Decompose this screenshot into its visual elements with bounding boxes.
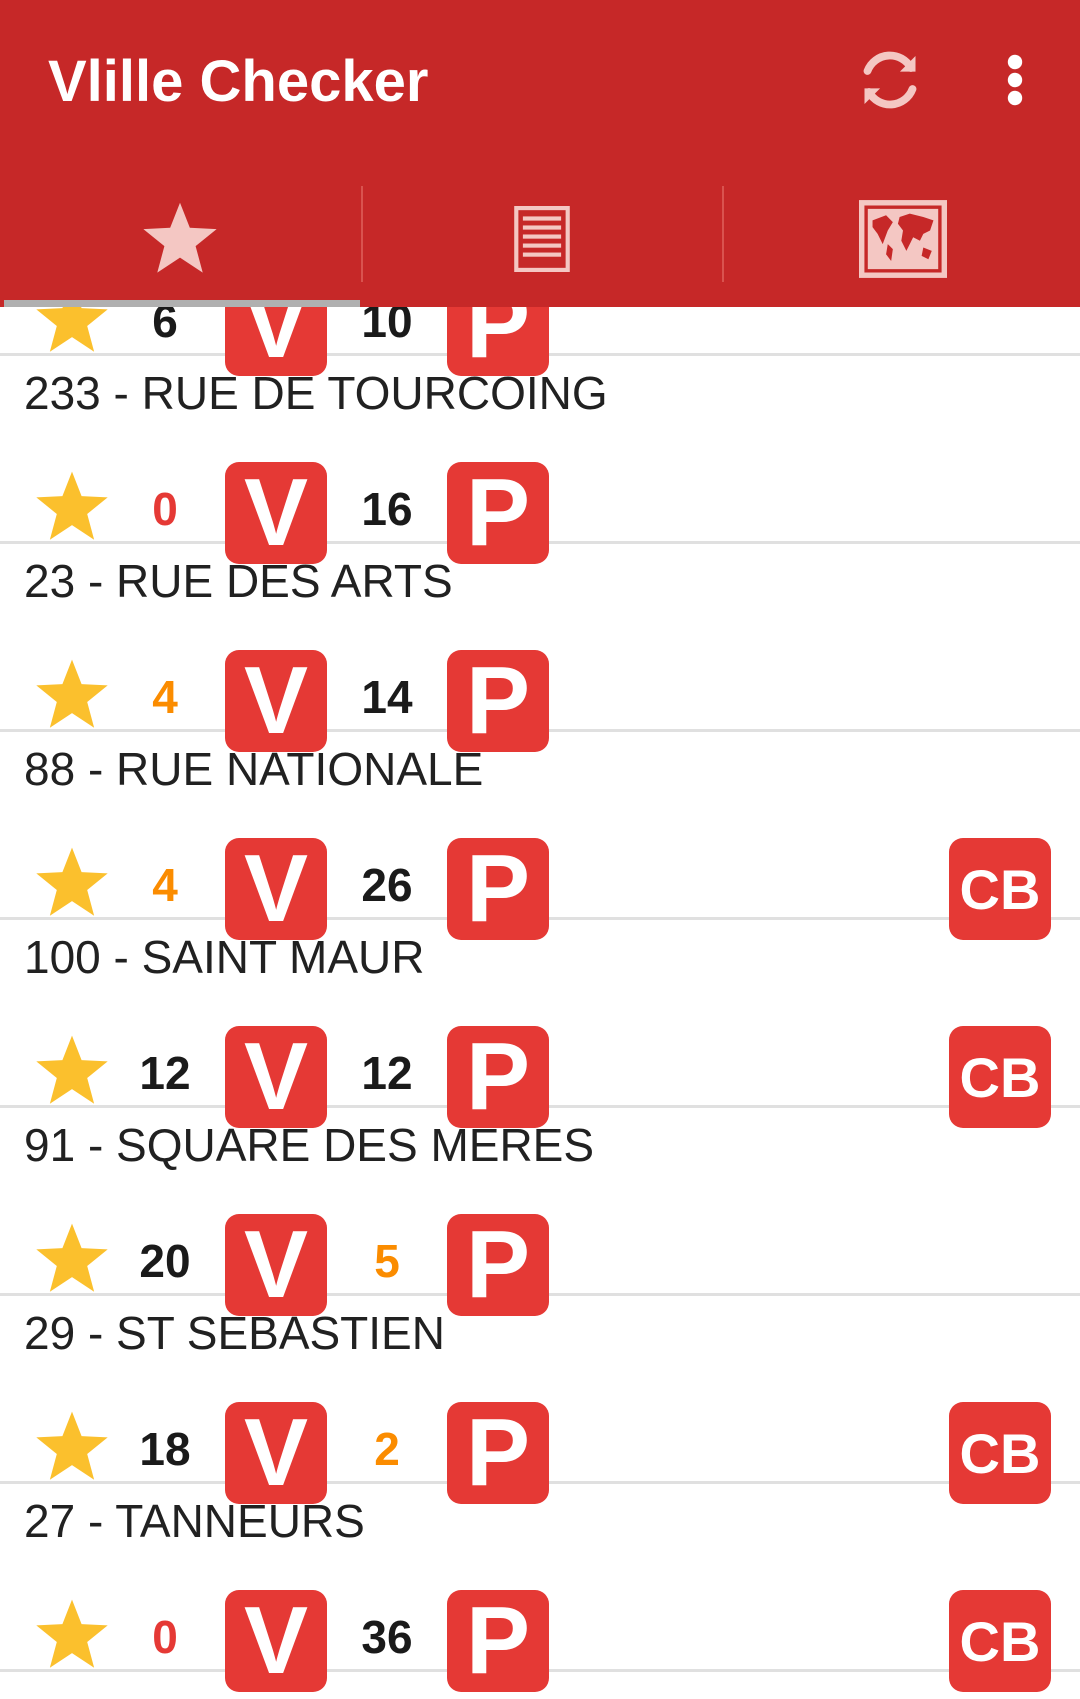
bikes-badge: V (225, 1587, 327, 1694)
places-count: 5 (374, 1235, 400, 1287)
station-list[interactable]: 6 V 10 P 233 - RUE DE TOURCOING 0 V 16 P… (0, 307, 1080, 1699)
station-row[interactable]: 88 - RUE NATIONALE 4 V 26 P CB (0, 732, 1080, 942)
places-count: 26 (361, 859, 413, 911)
bikes-count: 6 (152, 307, 178, 347)
more-options-button[interactable] (985, 44, 1045, 116)
station-row[interactable]: 23 - RUE DES ARTS 4 V 14 P (0, 544, 1080, 754)
favorite-star-icon[interactable] (32, 657, 112, 733)
places-count: 14 (361, 671, 413, 723)
tab-bar (0, 170, 1080, 307)
station-name: 233 - RUE DE TOURCOING (24, 367, 608, 419)
favorite-star-icon[interactable] (32, 469, 112, 545)
app-title: Vlille Checker (48, 49, 429, 114)
station-row[interactable]: 100 - SAINT MAUR 12 V 12 P CB (0, 920, 1080, 1130)
favorite-star-icon[interactable] (32, 1597, 112, 1673)
bikes-count: 12 (139, 1047, 191, 1099)
station-name: 29 - ST SEBASTIEN (24, 1307, 445, 1359)
places-count: 10 (361, 307, 413, 347)
station-name: 23 - RUE DES ARTS (24, 555, 453, 607)
refresh-icon (863, 51, 917, 109)
bikes-count: 0 (152, 483, 178, 535)
station-row[interactable]: 6 V 10 P (0, 307, 1080, 378)
map-icon (859, 199, 947, 278)
app-bar: Vlille Checker (0, 0, 1080, 307)
station-name: 91 - SQUARE DES MERES (24, 1119, 595, 1171)
favorite-star-icon[interactable] (32, 307, 112, 357)
places-count: 2 (374, 1423, 400, 1475)
bikes-count: 18 (139, 1423, 191, 1475)
bikes-count: 0 (152, 1611, 178, 1663)
station-name: 100 - SAINT MAUR (24, 931, 425, 983)
station-name: 27 - TANNEURS (24, 1495, 365, 1547)
tab-favorites[interactable] (0, 170, 360, 307)
station-name: 88 - RUE NATIONALE (24, 743, 484, 795)
tab-map[interactable] (723, 170, 1080, 307)
places-count: 12 (361, 1047, 413, 1099)
tab-list[interactable] (362, 170, 722, 307)
places-count: 36 (361, 1611, 413, 1663)
places-count: 16 (361, 483, 413, 535)
favorite-star-icon[interactable] (32, 1033, 112, 1109)
favorite-star-icon[interactable] (32, 845, 112, 921)
station-row[interactable]: 27 - TANNEURS 0 V 36 P CB (0, 1484, 1080, 1694)
star-icon (143, 202, 217, 273)
list-icon (514, 205, 570, 272)
bikes-count: 4 (152, 859, 178, 911)
bikes-count: 4 (152, 671, 178, 723)
favorite-star-icon[interactable] (32, 1221, 112, 1297)
places-badge: P (447, 1587, 549, 1694)
station-row[interactable]: 91 - SQUARE DES MERES 20 V 5 P (0, 1108, 1080, 1318)
favorite-star-icon[interactable] (32, 1409, 112, 1485)
station-row[interactable]: 233 - RUE DE TOURCOING 0 V 16 P (0, 356, 1080, 566)
refresh-button[interactable] (848, 38, 932, 122)
card-payment-badge: CB (949, 1590, 1051, 1692)
tab-selected-indicator (4, 300, 360, 307)
bikes-count: 20 (139, 1235, 191, 1287)
more-vert-icon (1007, 54, 1023, 106)
station-row[interactable]: 29 - ST SEBASTIEN 18 V 2 P CB (0, 1296, 1080, 1506)
